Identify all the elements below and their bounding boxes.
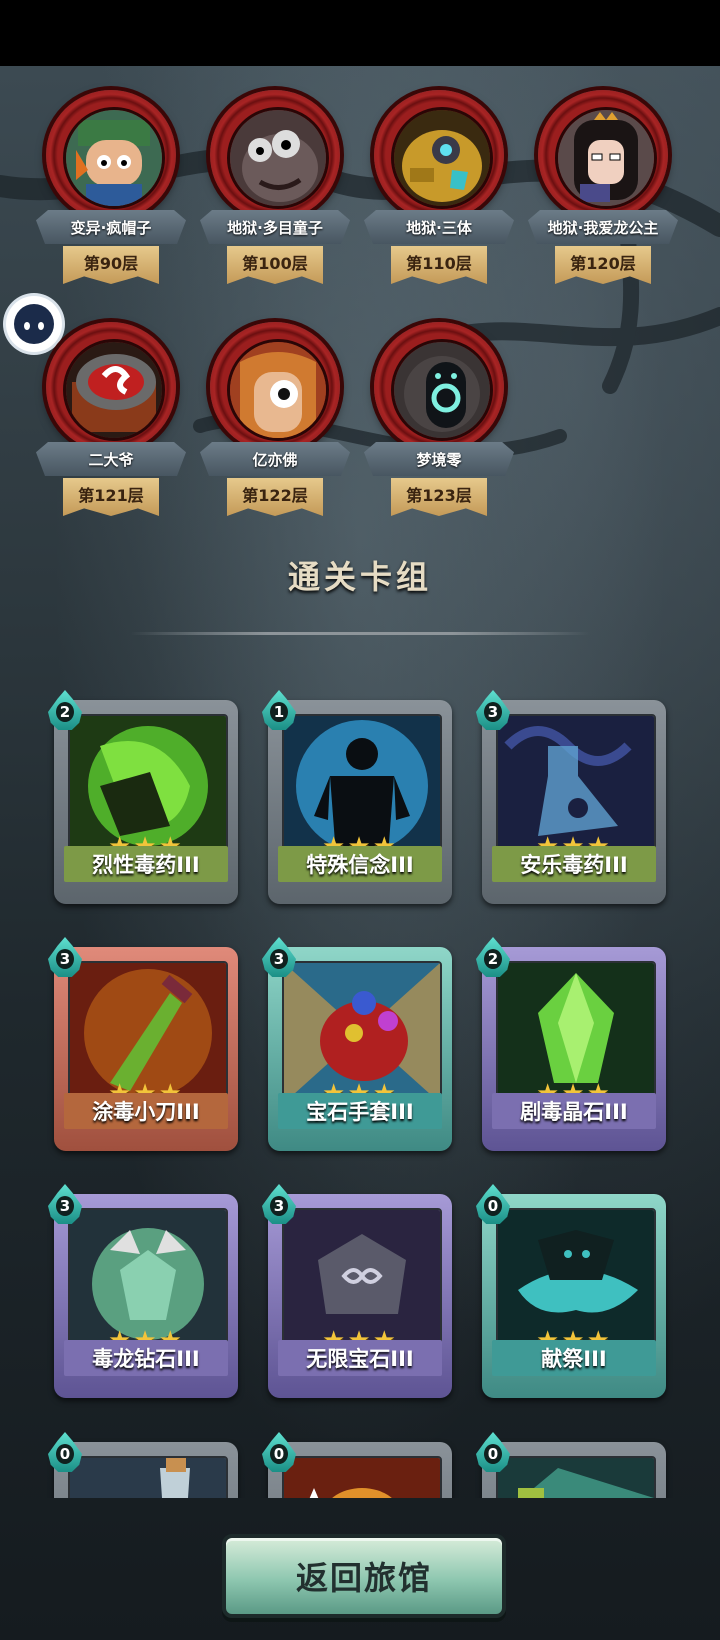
boss-portrait-icon (391, 339, 493, 441)
card-name: 特殊信念III (278, 846, 442, 882)
boss-portrait-icon (227, 107, 329, 209)
boss-medallion[interactable]: 地狱·我爱龙公主 第120层 (528, 84, 678, 300)
card-cost: 3 (48, 1184, 82, 1224)
boss-floor: 第100层 (227, 246, 323, 284)
card-cost: 3 (262, 937, 296, 977)
boss-name: 地狱·多目童子 (200, 210, 350, 244)
boss-floor: 第121层 (63, 478, 159, 516)
card[interactable]: 0 (48, 1432, 238, 1498)
status-bar (0, 0, 720, 66)
boss-medallion[interactable]: 亿亦佛 第122层 (200, 316, 350, 532)
card-name: 安乐毒药III (492, 846, 656, 882)
card-cost: 2 (476, 937, 510, 977)
boss-floor: 第122层 (227, 478, 323, 516)
card[interactable]: ★★★ 献祭III 0 (476, 1184, 666, 1398)
boss-portrait-icon (63, 339, 165, 441)
card-name: 宝石手套III (278, 1093, 442, 1129)
boss-name: 地狱·我爱龙公主 (528, 210, 678, 244)
boss-medallion[interactable]: 梦境零 第123层 (364, 316, 514, 532)
card[interactable]: ★★★ 剧毒晶石III 2 (476, 937, 666, 1151)
boss-name: 变异·疯帽子 (36, 210, 186, 244)
section-title: 通关卡组 (287, 558, 432, 596)
card-cost: 1 (262, 690, 296, 730)
card-cost: 3 (48, 937, 82, 977)
card[interactable]: ★★★ 毒龙钻石III 3 (48, 1184, 238, 1398)
boss-portrait-icon (555, 107, 657, 209)
card[interactable]: ★★★ 安乐毒药III 3 (476, 690, 666, 904)
card[interactable]: ★★★ 涂毒小刀III 3 (48, 937, 238, 1151)
card[interactable]: 0 (262, 1432, 452, 1498)
card[interactable]: ★★★ 宝石手套III 3 (262, 937, 452, 1151)
card-art-bottle-icon (68, 1456, 228, 1498)
card-cost: 2 (48, 690, 82, 730)
boss-floor: 第110层 (391, 246, 487, 284)
card-art-sparkle-icon (282, 1456, 442, 1498)
card-cost: 3 (262, 1184, 296, 1224)
card-art-wizard-icon (496, 1456, 656, 1498)
boss-name: 二大爷 (36, 442, 186, 476)
card-cost: 0 (476, 1184, 510, 1224)
section-divider (130, 632, 590, 635)
card-name: 献祭III (492, 1340, 656, 1376)
boss-name: 地狱·三体 (364, 210, 514, 244)
boss-floor: 第123层 (391, 478, 487, 516)
boss-name: 亿亦佛 (200, 442, 350, 476)
card-cost: 0 (262, 1432, 296, 1472)
boss-medallion[interactable]: 地狱·多目童子 第100层 (200, 84, 350, 300)
card-cost: 0 (476, 1432, 510, 1472)
boss-portrait-icon (227, 339, 329, 441)
boss-medallion[interactable]: 二大爷 第121层 (36, 316, 186, 532)
card-list[interactable]: ★★★ 烈性毒药III 2 ★★★ 特殊信念III 1 ★★★ 安乐毒药III … (0, 680, 720, 1498)
card[interactable]: ★★★ 烈性毒药III 2 (48, 690, 238, 904)
boss-floor: 第90层 (63, 246, 159, 284)
boss-portrait-icon (63, 107, 165, 209)
card-cost: 3 (476, 690, 510, 730)
card-name: 无限宝石III (278, 1340, 442, 1376)
back-to-inn-button[interactable]: 返回旅馆 (222, 1534, 506, 1618)
card[interactable]: ★★★ 无限宝石III 3 (262, 1184, 452, 1398)
card[interactable]: 0 (476, 1432, 666, 1498)
boss-floor: 第120层 (555, 246, 651, 284)
card-cost: 0 (48, 1432, 82, 1472)
card-name: 烈性毒药III (64, 846, 228, 882)
card[interactable]: ★★★ 特殊信念III 1 (262, 690, 452, 904)
boss-medallion[interactable]: 地狱·三体 第110层 (364, 84, 514, 300)
boss-medallion[interactable]: 变异·疯帽子 第90层 (36, 84, 186, 300)
card-name: 剧毒晶石III (492, 1093, 656, 1129)
card-name: 毒龙钻石III (64, 1340, 228, 1376)
boss-portrait-icon (391, 107, 493, 209)
boss-name: 梦境零 (364, 442, 514, 476)
card-name: 涂毒小刀III (64, 1093, 228, 1129)
